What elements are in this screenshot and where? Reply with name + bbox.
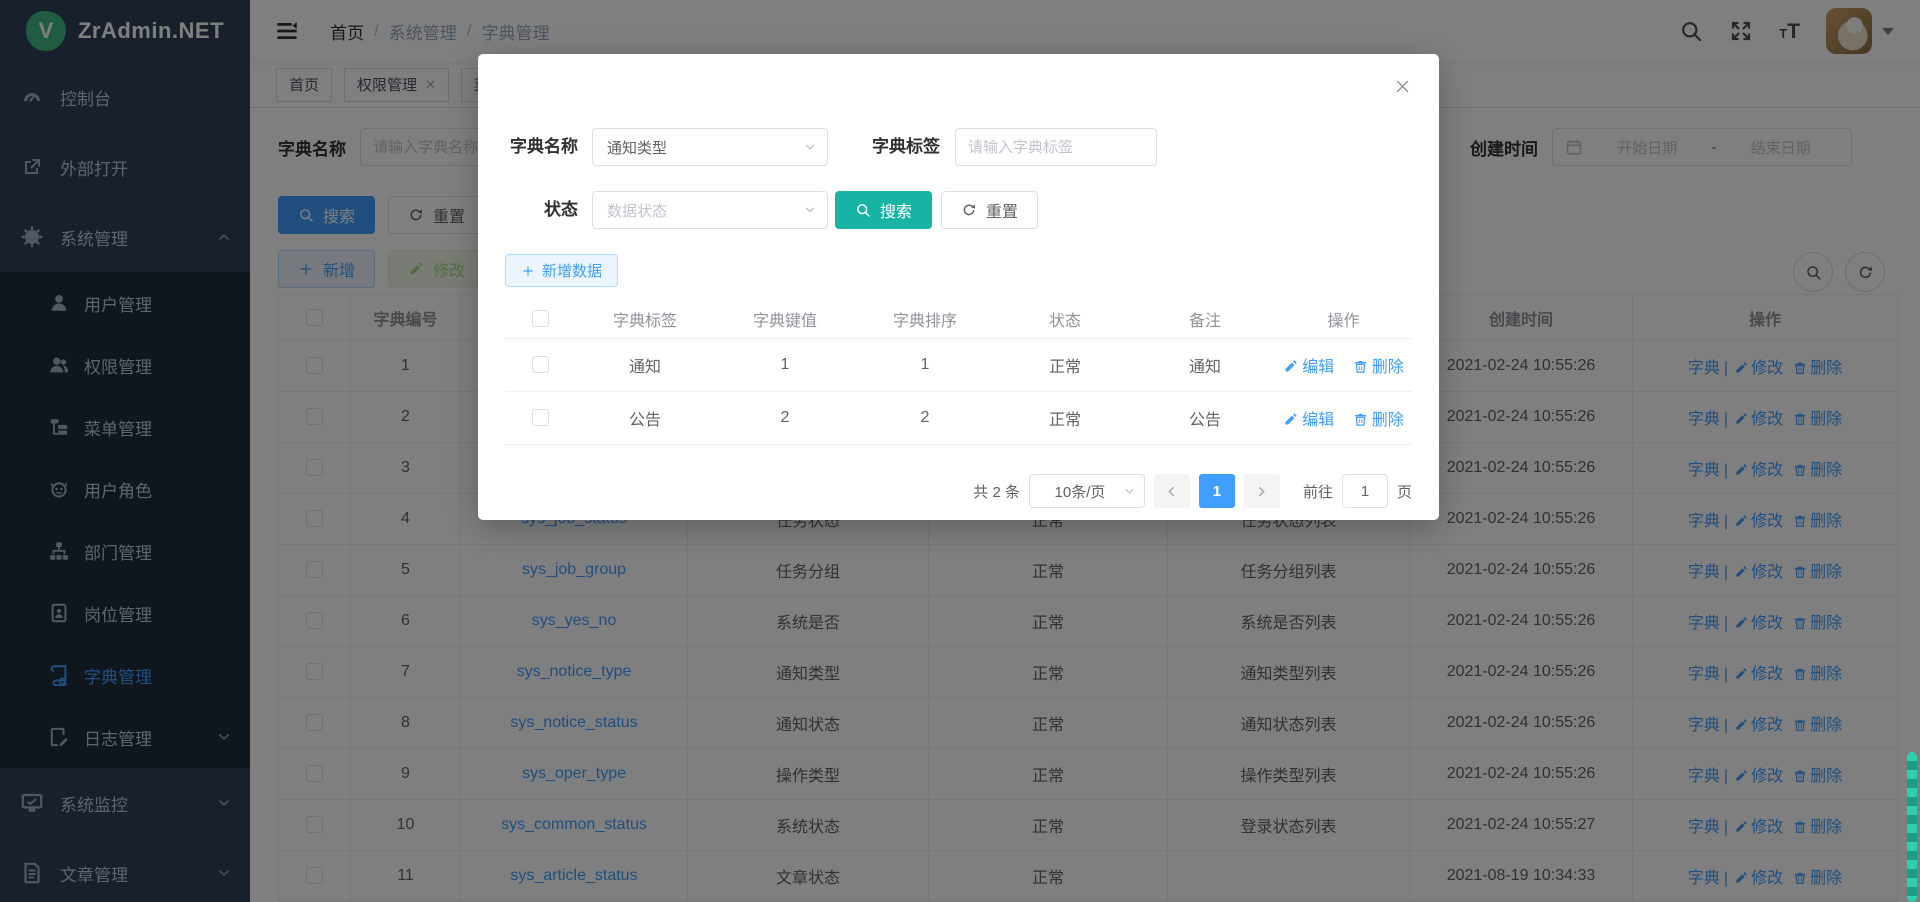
dict-name-select[interactable]: 通知类型 [592,128,828,166]
operation-cell: 编辑 删除 [1275,338,1412,391]
edit-row-link[interactable]: 编辑 [1283,359,1334,376]
chevron-down-icon [803,203,817,217]
checkbox-cell [505,391,575,444]
chevron-left-icon [1165,485,1178,498]
status-header: 状态 [995,300,1135,338]
status-select[interactable]: 数据状态 [592,191,828,229]
dict-label-input[interactable] [968,139,1144,156]
dict-name-label: 字典名称 [483,128,578,166]
search-icon [855,202,871,218]
dict-label-header: 字典标签 [575,300,715,338]
goto-label: 前往 [1303,481,1333,502]
dict-label-label: 字典标签 [838,128,940,166]
pencil-icon [1283,412,1298,427]
plus-icon [521,264,535,278]
status-label: 状态 [483,191,578,229]
trash-icon [1353,359,1368,374]
dialog-table-header-row: 字典标签 字典键值 字典排序 状态 备注 操作 [505,300,1412,338]
dict-label-input-box [955,128,1157,166]
dict-sort-cell: 2 [855,391,995,444]
dict-sort-cell: 1 [855,338,995,391]
remark-cell: 通知 [1135,338,1275,391]
add-data-button-label: 新增数据 [542,260,602,281]
dict-sort-header: 字典排序 [855,300,995,338]
chevron-right-icon [1255,485,1268,498]
trash-icon [1353,412,1368,427]
select-all-checkbox[interactable] [532,310,549,327]
refresh-icon [961,202,977,218]
row-checkbox[interactable] [532,409,549,426]
vertical-scrollbar-thumb[interactable] [1907,752,1917,902]
checkbox-cell [505,338,575,391]
dialog-search-label: 搜索 [880,198,912,222]
page-size-select[interactable]: 10条/页 [1029,474,1145,508]
select-all-header [505,300,575,338]
dialog-filter-row-1: 字典名称 通知类型 字典标签 [478,128,1439,166]
dict-value-header: 字典键值 [715,300,855,338]
chevron-down-icon [803,140,817,154]
page-size-value: 10条/页 [1055,481,1106,502]
pencil-icon [1283,359,1298,374]
operation-cell: 编辑 删除 [1275,391,1412,444]
dict-value-cell: 1 [715,338,855,391]
edit-row-link[interactable]: 编辑 [1283,412,1334,429]
status-cell: 正常 [995,338,1135,391]
dict-data-dialog: 字典名称 通知类型 字典标签 状态 数据状态 搜索 重置 新增数据 [478,54,1439,520]
dialog-search-button[interactable]: 搜索 [835,191,932,229]
current-page-button[interactable]: 1 [1199,474,1235,508]
total-count: 共 2 条 [973,481,1020,502]
dialog-table-row: 通知 1 1 正常 通知 编辑 删除 [505,338,1412,391]
chevron-down-icon [1123,485,1136,498]
row-checkbox[interactable] [532,356,549,373]
page-unit-label: 页 [1397,481,1412,502]
dialog-pagination: 共 2 条 10条/页 1 前往 页 [973,474,1412,508]
dict-value-cell: 2 [715,391,855,444]
dict-label-cell: 公告 [575,391,715,444]
dialog-reset-button[interactable]: 重置 [941,191,1038,229]
dict-data-table: 字典标签 字典键值 字典排序 状态 备注 操作 通知 1 1 正常 通知 编 [505,300,1412,445]
add-data-button[interactable]: 新增数据 [505,254,618,287]
operation-header: 操作 [1275,300,1412,338]
goto-page-input[interactable] [1342,474,1388,508]
dialog-reset-label: 重置 [986,198,1018,222]
dict-label-cell: 通知 [575,338,715,391]
next-page-button[interactable] [1244,474,1280,508]
remark-header: 备注 [1135,300,1275,338]
close-icon[interactable] [1394,78,1411,95]
remark-cell: 公告 [1135,391,1275,444]
prev-page-button[interactable] [1154,474,1190,508]
delete-row-link[interactable]: 删除 [1353,412,1404,429]
dialog-table-row: 公告 2 2 正常 公告 编辑 删除 [505,391,1412,444]
dict-name-select-value: 通知类型 [607,137,667,158]
status-select-placeholder: 数据状态 [607,200,667,221]
delete-row-link[interactable]: 删除 [1353,359,1404,376]
dialog-filter-row-2: 状态 数据状态 搜索 重置 [478,191,1439,229]
status-cell: 正常 [995,391,1135,444]
